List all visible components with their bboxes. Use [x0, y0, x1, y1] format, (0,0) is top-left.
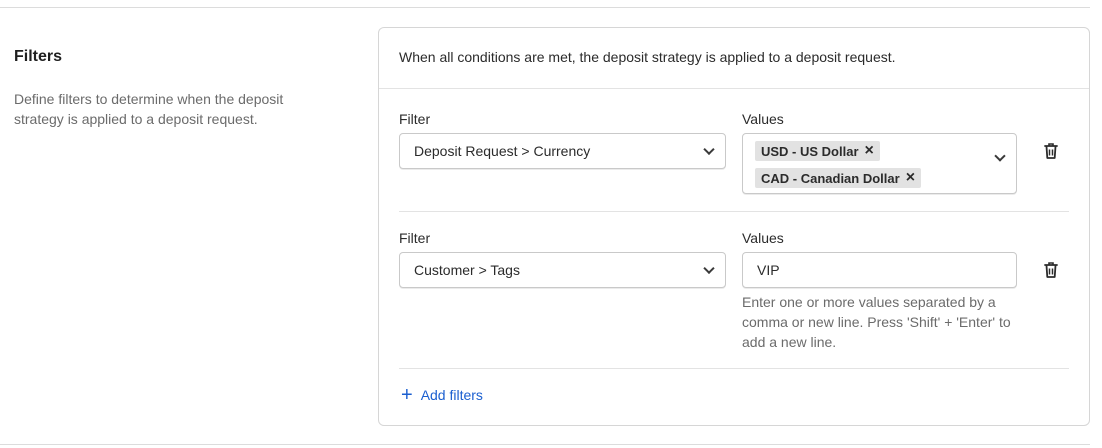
filter-label: Filter	[399, 230, 431, 246]
value-chip: USD - US Dollar ×	[755, 141, 880, 161]
section-description: Define filters to determine when the dep…	[14, 91, 284, 127]
filter-select[interactable]: Deposit Request > Currency	[399, 133, 726, 169]
filter-select-value: Deposit Request > Currency	[414, 143, 591, 159]
values-input[interactable]	[742, 252, 1017, 288]
filter-select[interactable]: Customer > Tags	[399, 252, 726, 288]
chevron-down-icon	[703, 143, 715, 156]
top-divider	[0, 7, 1090, 8]
add-filters-label: Add filters	[420, 387, 483, 403]
row-divider	[399, 368, 1069, 369]
card-intro: When all conditions are met, the deposit…	[379, 28, 1089, 89]
trash-icon[interactable]	[1041, 141, 1061, 161]
chevron-down-icon	[994, 150, 1006, 162]
chevron-down-icon	[703, 262, 715, 275]
plus-icon: +	[401, 384, 413, 406]
values-label: Values	[742, 111, 784, 127]
remove-chip-icon[interactable]: ×	[906, 170, 915, 186]
remove-chip-icon[interactable]: ×	[865, 143, 874, 159]
values-label: Values	[742, 230, 784, 246]
trash-icon[interactable]	[1041, 260, 1061, 280]
add-filters-button[interactable]: + Add filters	[401, 385, 483, 405]
filters-card: When all conditions are met, the deposit…	[378, 27, 1090, 426]
chip-label: CAD - Canadian Dollar	[761, 170, 900, 186]
values-help-text: Enter one or more values separated by a …	[742, 294, 1011, 350]
bottom-divider	[0, 444, 1090, 445]
chip-label: USD - US Dollar	[761, 143, 859, 159]
row-divider	[399, 211, 1069, 212]
filter-select-value: Customer > Tags	[414, 262, 520, 278]
section-title: Filters	[14, 48, 63, 65]
value-chip: CAD - Canadian Dollar ×	[755, 168, 922, 188]
values-multiselect[interactable]: USD - US Dollar × CAD - Canadian Dollar …	[742, 133, 1017, 194]
filter-label: Filter	[399, 111, 431, 127]
